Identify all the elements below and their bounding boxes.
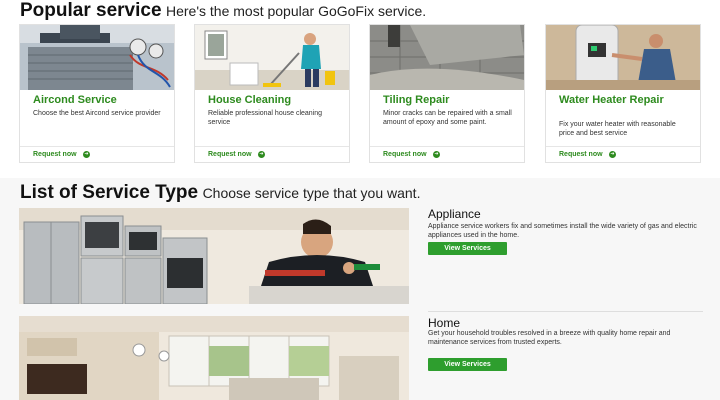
service-card-tiling-repair[interactable]: Tiling Repair Minor cracks can be repair… [369,24,525,163]
popular-subtitle: Here's the most popular GoGoFix service. [165,3,427,19]
card-footer: Request now ➜ [195,146,349,162]
arrow-right-circle-icon: ➜ [609,151,616,158]
request-now-link[interactable]: Request now [208,151,252,158]
card-description: Minor cracks can be repaired with a smal… [383,110,512,126]
request-now-link[interactable]: Request now [559,151,603,158]
service-card-aircond[interactable]: Aircond Service Choose the best Aircond … [19,24,175,163]
card-description: Fix your water heater with reasonable pr… [559,121,676,137]
service-card-house-cleaning[interactable]: House Cleaning Reliable professional hou… [194,24,350,163]
home-title: Home [428,316,461,330]
popular-title: Popular service [20,0,162,21]
card-title: Water Heater Repair [559,94,664,106]
card-title: Tiling Repair [383,94,450,106]
card-footer: Request now ➜ [20,146,174,162]
arrow-right-circle-icon: ➜ [83,151,90,158]
card-title: Aircond Service [33,94,117,106]
card-description: Choose the best Aircond service provider [33,110,161,117]
service-card-water-heater[interactable]: Water Heater Repair Fix your water heate… [545,24,701,163]
home-description: Get your household troubles resolved in … [428,330,671,346]
view-services-button[interactable]: View Services [428,358,507,371]
house-cleaning-image [195,25,349,90]
popular-header: Popular service Here's the most popular … [20,0,426,22]
card-footer: Request now ➜ [546,146,700,162]
card-description: Reliable professional house cleaning ser… [208,110,323,126]
card-title: House Cleaning [208,94,292,106]
arrow-right-circle-icon: ➜ [433,151,440,158]
view-services-button[interactable]: View Services [428,242,507,255]
request-now-link[interactable]: Request now [383,151,427,158]
request-now-link[interactable]: Request now [33,151,77,158]
arrow-right-circle-icon: ➜ [258,151,265,158]
appliance-image [19,208,409,304]
home-image [19,316,409,400]
tiling-repair-image [370,25,524,90]
divider [428,311,703,312]
aircond-image [20,25,174,90]
appliance-title: Appliance [428,207,481,221]
service-type-title: List of Service Type [20,182,199,203]
water-heater-image [546,25,700,90]
appliance-description: Appliance service workers fix and someti… [428,223,697,239]
popular-cards: Aircond Service Choose the best Aircond … [19,24,702,164]
card-footer: Request now ➜ [370,146,524,162]
service-type-subtitle: Choose service type that you want. [202,185,421,201]
service-type-header: List of Service Type Choose service type… [20,182,420,204]
